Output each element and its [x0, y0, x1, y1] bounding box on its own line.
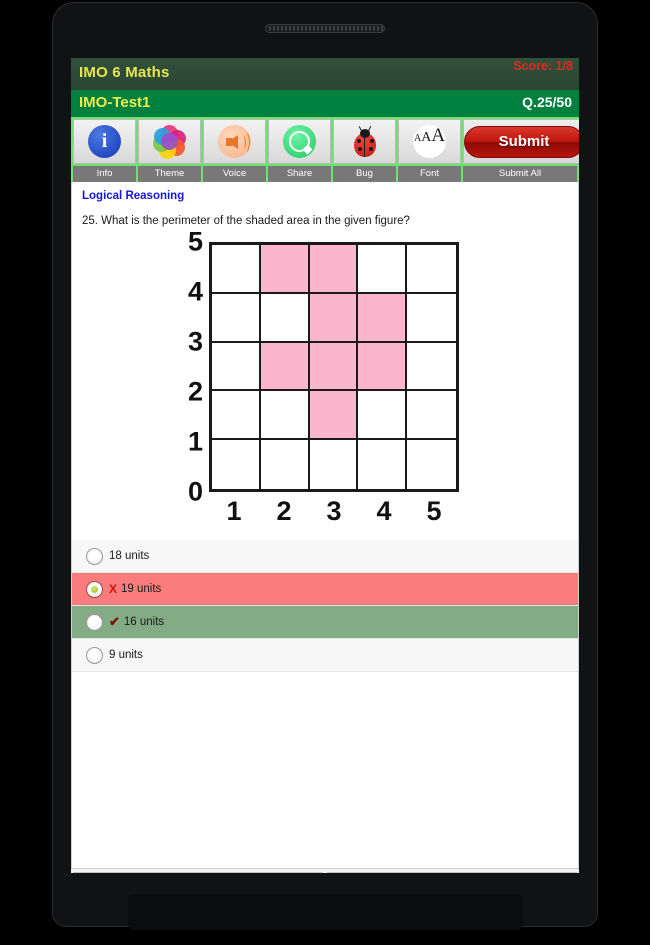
- grid-cell: [260, 391, 310, 441]
- x-axis-tick: 4: [376, 496, 392, 526]
- label-voice: Voice: [203, 166, 266, 182]
- grid-cell: [407, 440, 456, 489]
- answer-option[interactable]: X 19 units: [72, 573, 578, 606]
- x-axis-tick: 5: [426, 496, 442, 526]
- answer-option-label: 19 units: [121, 583, 162, 595]
- grid-cell: [212, 391, 261, 441]
- info-button[interactable]: i: [73, 119, 136, 164]
- grid-cell-shaded: [358, 342, 408, 392]
- grid-cell: [407, 343, 456, 392]
- question-text: 25. What is the perimeter of the shaded …: [82, 215, 410, 227]
- font-button[interactable]: AAA: [398, 119, 461, 164]
- subject-heading: Logical Reasoning: [82, 190, 185, 202]
- grid-cell: [212, 245, 261, 294]
- y-axis-tick: 2: [187, 376, 203, 407]
- app-title: IMO 6 Maths: [79, 64, 170, 81]
- ladybug-icon: [350, 125, 380, 158]
- navigation-bar: ◀| Prev Next |▶: [71, 868, 579, 873]
- toolbar-labels: Info Theme Voice Share Bug Font Submit A…: [71, 166, 579, 182]
- label-bug: Bug: [333, 166, 396, 182]
- speaker-icon: [218, 125, 251, 158]
- grid-cell: [310, 440, 359, 489]
- y-axis-tick: 0: [187, 476, 203, 507]
- submit-button[interactable]: Submit: [463, 119, 579, 164]
- x-axis-labels: 1 2 3 4 5: [209, 494, 459, 528]
- grid-cell: [358, 440, 408, 489]
- grid-cell-shaded: [309, 342, 359, 392]
- x-axis-tick: 1: [226, 496, 242, 526]
- grid-cell: [358, 245, 408, 294]
- answer-option[interactable]: 9 units: [72, 639, 578, 672]
- submit-label: Submit: [464, 125, 579, 158]
- submit-all-button[interactable]: Submit All: [463, 166, 577, 182]
- label-theme: Theme: [138, 166, 201, 182]
- grid: [209, 242, 459, 492]
- y-axis-tick: 5: [187, 226, 203, 257]
- y-axis-tick: 4: [187, 276, 203, 307]
- grid-cell-shaded: [260, 245, 310, 294]
- grid-cell: [407, 294, 456, 343]
- radio-button[interactable]: [86, 646, 103, 664]
- grid-cell-shaded: [309, 391, 359, 441]
- answer-option[interactable]: 18 units: [72, 540, 578, 573]
- share-button[interactable]: [268, 119, 331, 164]
- answer-options: 18 units X 19 units ✔ 16 units 9 units: [72, 540, 578, 672]
- grid-cell-shaded: [309, 293, 359, 343]
- test-name: IMO-Test1: [79, 94, 151, 111]
- answer-option[interactable]: ✔ 16 units: [72, 606, 578, 639]
- prev-button[interactable]: ◀| Prev: [73, 872, 323, 873]
- tablet-device: IMO 6 Maths Score: 1/8 IMO-Test1 Q.25/50…: [0, 0, 650, 945]
- score-badge: Score: 1/8: [513, 59, 573, 73]
- grid-cell: [212, 342, 261, 392]
- y-axis-tick: 1: [187, 426, 203, 457]
- answer-option-label: 9 units: [109, 649, 143, 661]
- x-axis-tick: 2: [276, 496, 292, 526]
- whatsapp-share-icon: [283, 125, 316, 158]
- grid-figure: 543210 12345: [177, 228, 477, 526]
- app-screen: IMO 6 Maths Score: 1/8 IMO-Test1 Q.25/50…: [71, 58, 579, 873]
- font-size-icon: AAA: [413, 125, 446, 158]
- incorrect-mark-icon: X: [109, 582, 118, 596]
- grid-cell: [407, 245, 456, 294]
- x-axis-tick: 3: [326, 496, 342, 526]
- y-axis-tick: 3: [187, 326, 203, 357]
- test-header: IMO-Test1 Q.25/50: [71, 90, 579, 117]
- label-share: Share: [268, 166, 331, 182]
- answer-option-label: 16 units: [123, 616, 165, 628]
- radio-button[interactable]: [86, 580, 103, 598]
- grid-cell: [260, 293, 310, 343]
- radio-button[interactable]: [86, 547, 103, 565]
- grid-cell-shaded: [358, 293, 408, 343]
- grid-cell-shaded: [260, 342, 310, 392]
- grid-cell: [407, 391, 456, 441]
- radio-button[interactable]: [86, 613, 103, 631]
- voice-button[interactable]: [203, 119, 266, 164]
- answer-option-label: 18 units: [109, 550, 150, 562]
- grid-cell: [212, 293, 261, 343]
- question-counter: Q.25/50: [522, 94, 572, 110]
- grid-cell-shaded: [309, 245, 359, 294]
- theme-palette-icon: [152, 124, 187, 159]
- radio-dot: [91, 585, 98, 593]
- next-button[interactable]: Next |▶: [327, 872, 577, 873]
- info-icon: i: [88, 125, 121, 158]
- device-home-bar: [128, 894, 523, 930]
- label-info: Info: [73, 166, 136, 182]
- question-content: Logical Reasoning 25. What is the perime…: [71, 182, 579, 868]
- earpiece-speaker-icon: [265, 24, 385, 33]
- correct-mark-icon: ✔: [109, 614, 120, 629]
- grid-cell: [212, 440, 261, 489]
- label-font: Font: [398, 166, 461, 182]
- grid-cell: [261, 440, 310, 489]
- grid-cell: [358, 391, 408, 441]
- theme-button[interactable]: [138, 119, 201, 164]
- toolbar: i A A A Submit: [71, 117, 579, 166]
- bug-report-button[interactable]: [333, 119, 396, 164]
- y-axis-labels: 5 4 3 2 1 0: [177, 228, 203, 505]
- app-header: IMO 6 Maths Score: 1/8: [71, 58, 579, 90]
